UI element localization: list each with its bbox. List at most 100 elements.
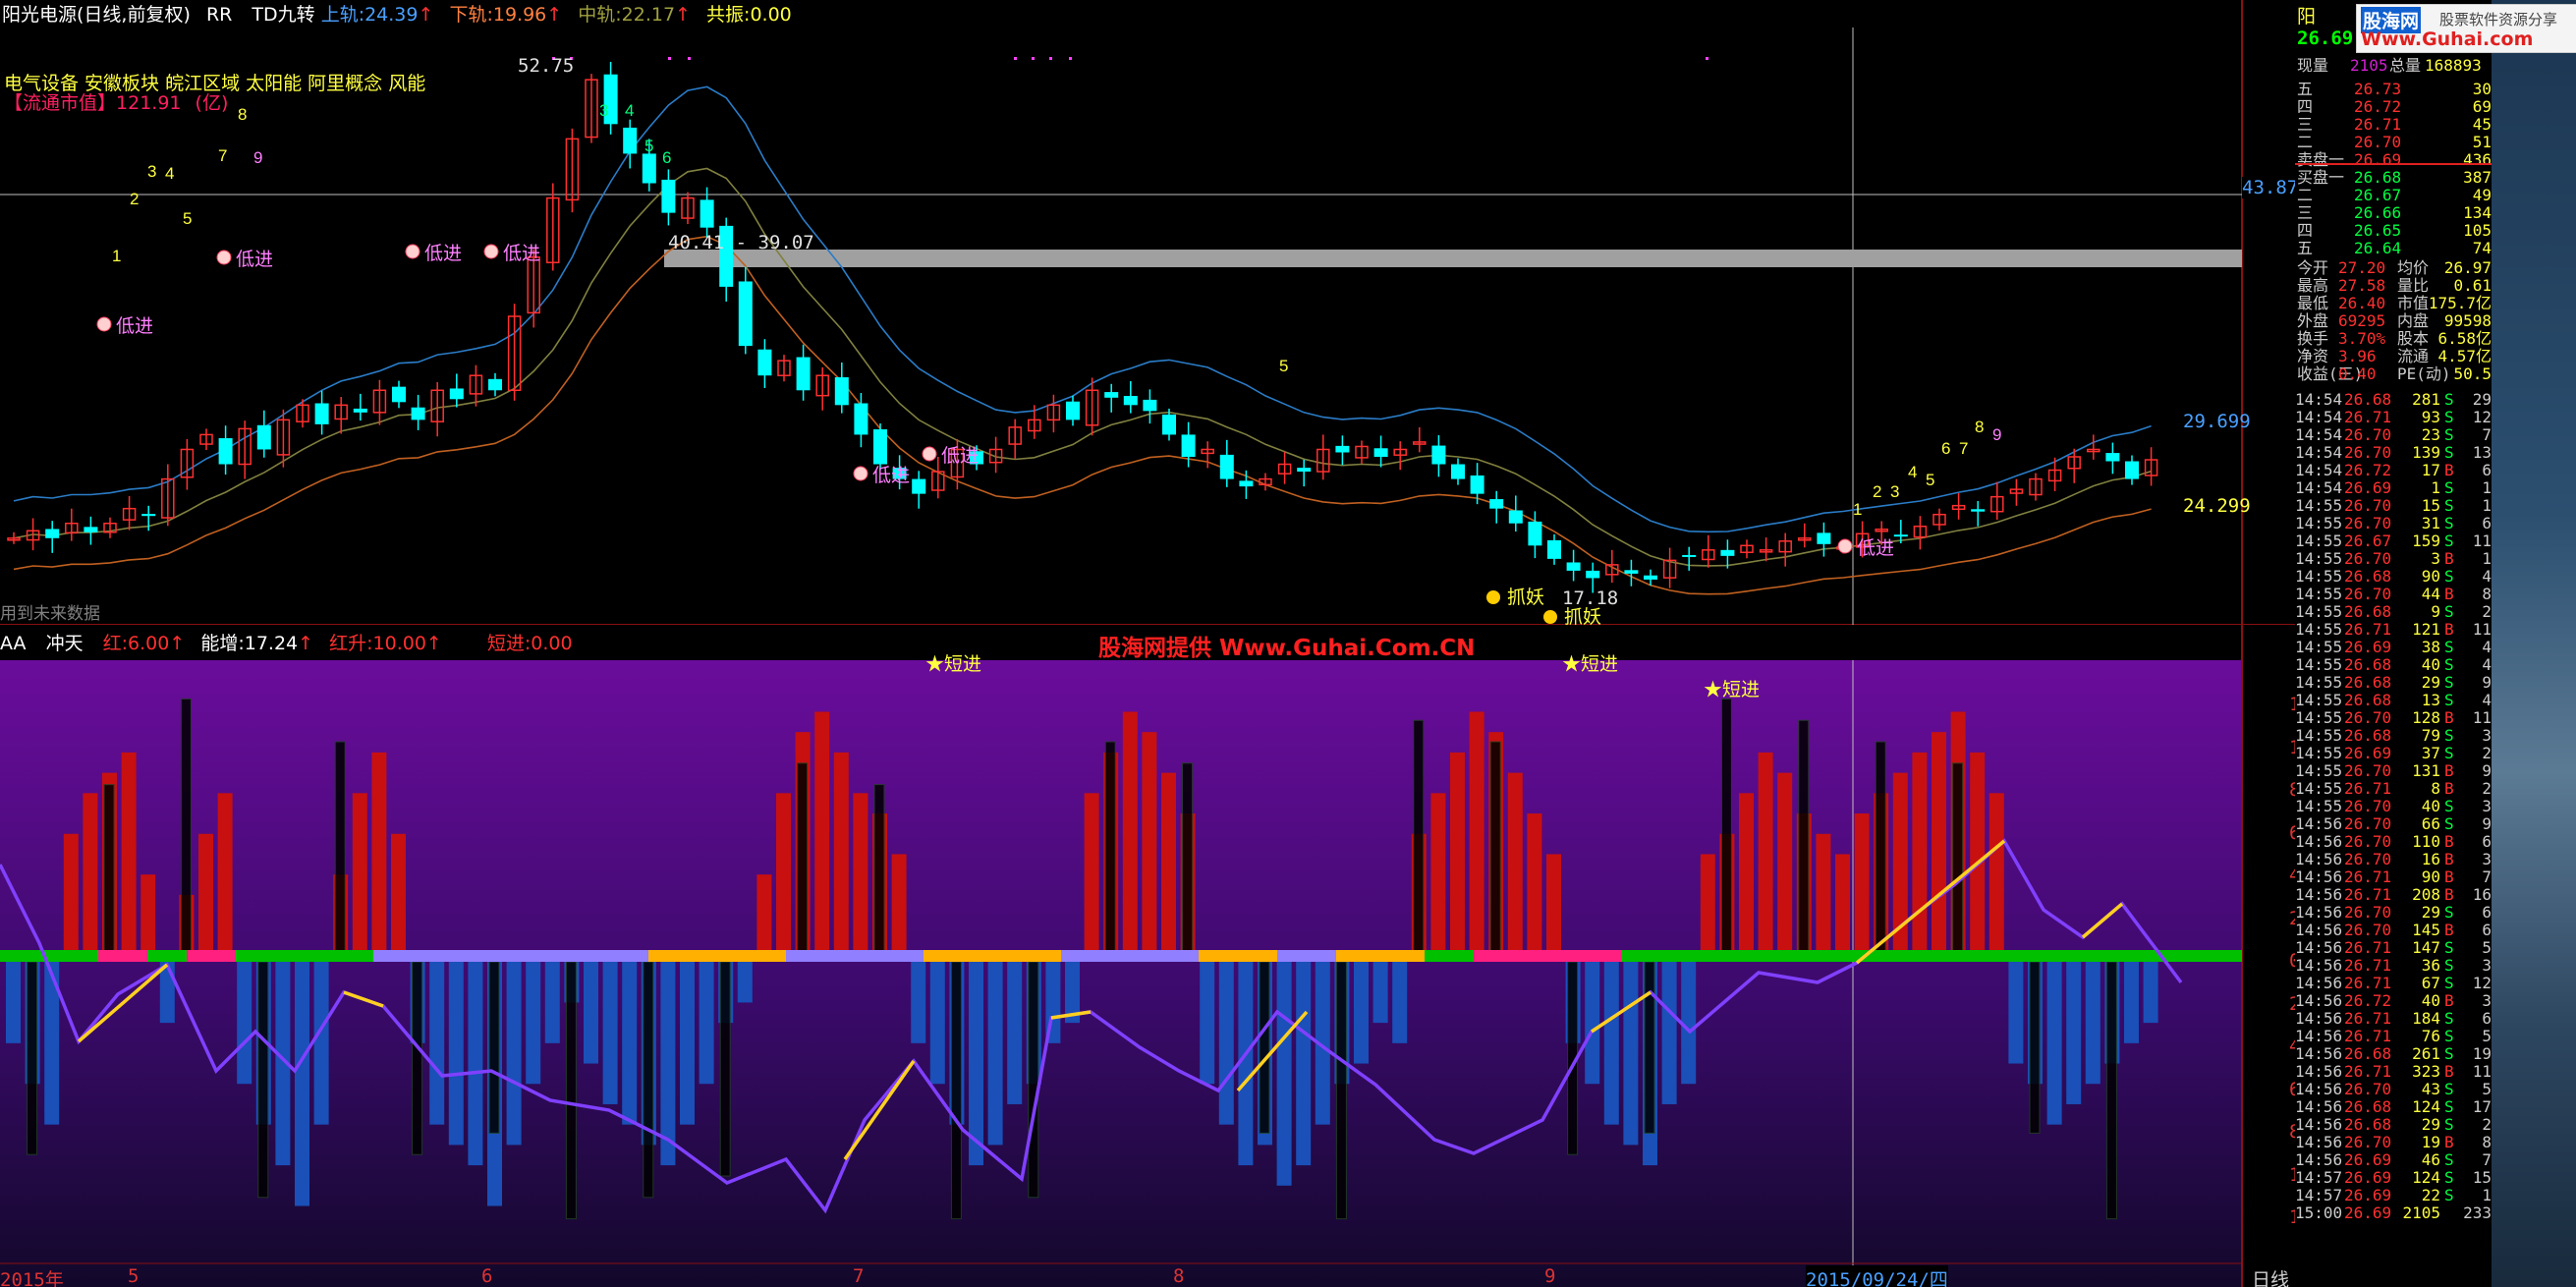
tick-row: 14:55 26.70 3 B 1: [2295, 550, 2492, 568]
candle: [1259, 473, 1272, 491]
osc-bar-positive: [1835, 854, 1850, 956]
tick-time: 14:55: [2295, 726, 2343, 745]
td-count: 3: [147, 162, 156, 181]
tick-volume: 110: [2412, 832, 2440, 851]
candle: [296, 399, 309, 428]
osc-black-bar: [1875, 741, 1886, 957]
candle: [1605, 549, 1619, 584]
zero-band-segment: [187, 950, 236, 962]
tick-row: 14:56 26.71 147 S 5: [2295, 939, 2492, 957]
sell-row: 卖盘一 26.69 436: [2295, 151, 2492, 169]
osc-bar-negative: [468, 962, 483, 1166]
candle: [180, 438, 195, 490]
candle-body: [873, 429, 887, 465]
osc-bar-negative: [1276, 962, 1292, 1186]
buy-row: 三 26.66 134: [2295, 204, 2492, 222]
zero-band-segment: [98, 950, 147, 962]
candle: [1817, 522, 1831, 557]
tick-side: B: [2444, 549, 2454, 568]
osc-bar-negative: [1661, 962, 1677, 1104]
candle: [507, 304, 522, 401]
resonance-label: 共振:: [706, 4, 751, 26]
tick-volume: 38: [2421, 638, 2440, 656]
redup-arrow: ↑: [425, 633, 442, 654]
red-label: 红:: [102, 633, 129, 654]
tick-row: 14:56 26.71 67 S 12: [2295, 975, 2492, 992]
tick-volume: 8: [2431, 779, 2440, 798]
float-cap: 【流通市值】121.91 (亿): [4, 88, 228, 115]
sell-price: 26.71: [2354, 115, 2402, 134]
td-count: 7: [218, 146, 227, 165]
candle-body: [1566, 562, 1581, 571]
tick-price: 26.68: [2344, 726, 2392, 745]
tick-volume: 43: [2421, 1080, 2440, 1098]
tick-side: S: [2444, 956, 2454, 975]
stat-value: 99598: [2443, 311, 2492, 330]
tick-time: 14:56: [2295, 903, 2343, 922]
tick-time: 14:56: [2295, 1133, 2343, 1151]
tick-time: 14:56: [2295, 850, 2343, 868]
tick-volume: 131: [2412, 761, 2440, 780]
tick-price: 26.68: [2344, 691, 2392, 709]
tick-count: 11: [2472, 708, 2492, 727]
tick-time: 14:56: [2295, 1150, 2343, 1169]
tick-price: 26.70: [2344, 1080, 2392, 1098]
candle: [65, 508, 79, 541]
candle-body: [1162, 414, 1176, 435]
tick-time: 14:56: [2295, 938, 2343, 957]
td-count: 6: [662, 148, 671, 167]
osc-bar-negative: [680, 962, 695, 1125]
candle: [1393, 441, 1407, 471]
tick-row: 14:55 26.68 13 S 4: [2295, 692, 2492, 709]
bid-ask-divider: [2295, 163, 2492, 165]
tick-row: 14:56 26.70 43 S 5: [2295, 1081, 2492, 1098]
candle-body: [1586, 570, 1600, 579]
period-label[interactable]: 日线: [2252, 1265, 2289, 1287]
low-in-marker: [853, 466, 868, 481]
logo-slogan: 股票软件资源分享: [2439, 11, 2558, 28]
candle: [1489, 490, 1504, 524]
tick-side: S: [2444, 1168, 2454, 1187]
osc-bar-positive: [1084, 793, 1099, 956]
tick-row: 14:56 26.70 19 B 8: [2295, 1134, 2492, 1151]
osc-bar-positive: [1527, 813, 1542, 956]
tick-row: 14:56 26.71 76 S 5: [2295, 1028, 2492, 1045]
osc-black-bar: [103, 784, 115, 957]
osc-bar-negative: [2008, 962, 2024, 1064]
tick-price: 26.71: [2344, 885, 2392, 904]
candle: [334, 397, 348, 434]
tick-side: S: [2444, 638, 2454, 656]
tick-time: 14:54: [2295, 425, 2343, 444]
osc-black-bar: [1798, 719, 1810, 957]
sell-level-label: 四: [2297, 97, 2314, 116]
desktop-background-strip: [2492, 0, 2576, 1287]
tick-volume: 3: [2431, 549, 2440, 568]
chongtian-label: 冲天: [45, 633, 84, 654]
tick-price: 26.70: [2344, 585, 2392, 603]
candle-body: [738, 281, 753, 347]
tick-volume: 13: [2421, 691, 2440, 709]
tick-count: 2: [2482, 602, 2492, 621]
tick-time: 14:54: [2295, 478, 2343, 497]
tick-row: 14:56 26.68 29 S 2: [2295, 1116, 2492, 1134]
stat-value: 0.61: [2453, 276, 2492, 295]
tick-row: 14:55 26.70 131 B 9: [2295, 762, 2492, 780]
tick-time: 14:55: [2295, 655, 2343, 674]
tick-row: 14:55 26.68 9 S 2: [2295, 603, 2492, 621]
mid-band-value: 22.17: [621, 4, 676, 26]
candle: [661, 169, 676, 226]
tick-count: 3: [2482, 991, 2492, 1010]
candle-body: [1239, 480, 1254, 487]
tick-price: 26.70: [2344, 443, 2392, 462]
candle: [1798, 523, 1812, 548]
osc-bar-positive: [1700, 854, 1715, 956]
oscillator-chart[interactable]: ★短进 ★短进 ★短进: [0, 625, 2295, 1287]
sell-level-label: 五: [2297, 80, 2314, 98]
tick-side: B: [2444, 867, 2454, 886]
tick-row: 14:56 26.69 46 S 7: [2295, 1151, 2492, 1169]
tick-volume: 124: [2412, 1097, 2440, 1116]
buy-row: 五 26.64 74: [2295, 240, 2492, 257]
candle: [1046, 394, 1061, 433]
tick-time: 14:56: [2295, 1080, 2343, 1098]
tick-count: 4: [2482, 638, 2492, 656]
